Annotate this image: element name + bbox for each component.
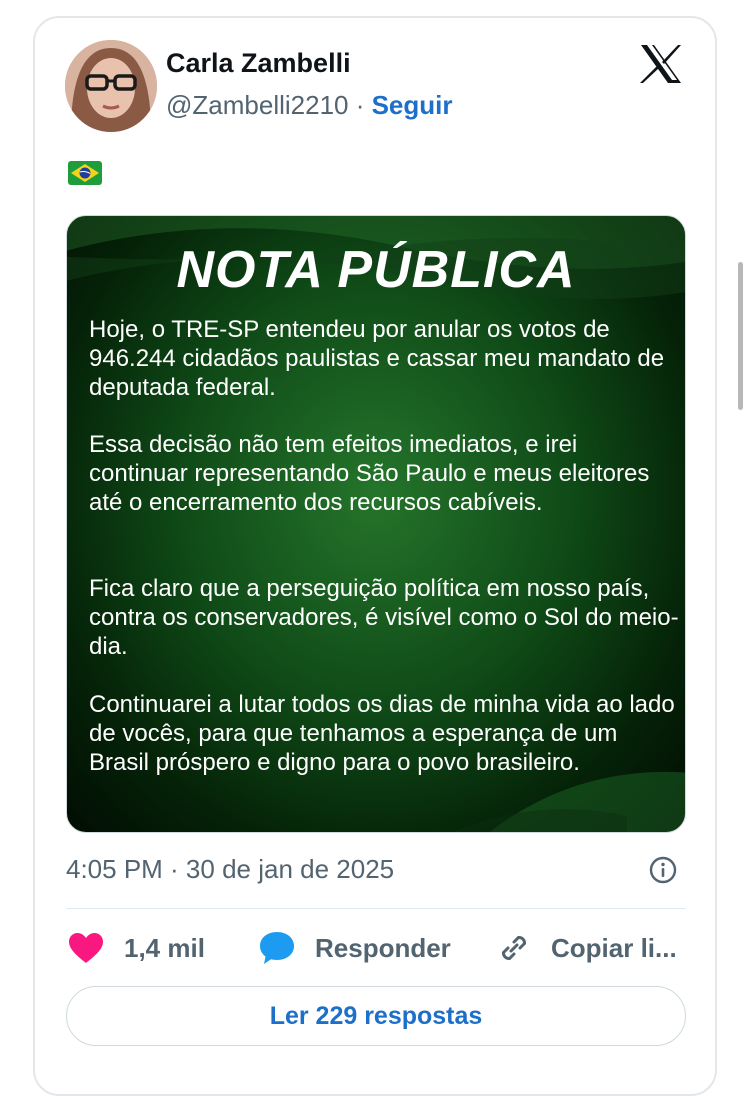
heart-icon: [69, 933, 103, 963]
like-count: 1,4 mil: [124, 932, 205, 963]
reply-button[interactable]: Responder: [259, 928, 451, 968]
x-logo-icon[interactable]: [639, 44, 683, 84]
like-button[interactable]: 1,4 mil: [68, 928, 205, 968]
follow-button[interactable]: Seguir: [372, 90, 453, 120]
media-image[interactable]: NOTA PÚBLICA Hoje, o TRE-SP entendeu por…: [66, 215, 686, 833]
media-paragraph: Fica claro que a perseguição política em…: [89, 575, 679, 660]
link-icon: [502, 936, 526, 960]
media-paragraph: Hoje, o TRE-SP entendeu por anular os vo…: [89, 316, 665, 401]
speech-bubble-icon: [260, 932, 294, 964]
brazil-flag-icon: [68, 161, 102, 185]
handle-separator: ·: [348, 90, 372, 120]
divider: [66, 908, 686, 909]
tweet-timestamp[interactable]: 4:05 PM · 30 de jan de 2025: [66, 854, 394, 885]
read-replies-button[interactable]: Ler 229 respostas: [66, 986, 686, 1046]
media-paragraph: Essa decisão não tem efeitos imediatos, …: [89, 431, 650, 516]
tweet-card: Carla Zambelli @Zambelli2210 · Seguir NO…: [33, 16, 717, 1096]
reply-label: Responder: [315, 932, 451, 963]
copy-link-button[interactable]: Copiar li...: [497, 928, 677, 968]
author-handle-line: @Zambelli2210 · Seguir: [166, 90, 453, 121]
media-paragraph: Continuarei a lutar todos os dias de min…: [89, 691, 675, 776]
copy-link-label: Copiar li...: [551, 932, 677, 963]
author-name[interactable]: Carla Zambelli: [166, 48, 351, 79]
info-icon[interactable]: [649, 856, 677, 884]
scrollbar[interactable]: [738, 262, 743, 410]
avatar[interactable]: [65, 40, 157, 132]
media-title: NOTA PÚBLICA: [176, 241, 576, 299]
author-handle[interactable]: @Zambelli2210: [166, 90, 348, 120]
